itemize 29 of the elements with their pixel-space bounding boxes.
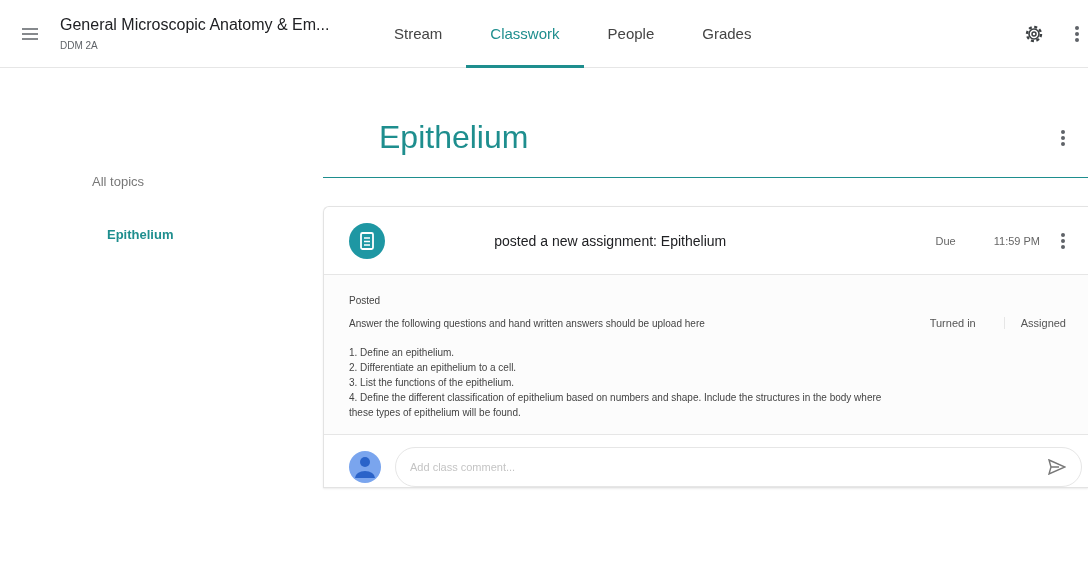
question-text: 1. Define an epithelium. [349, 346, 456, 360]
settings-icon[interactable] [1024, 23, 1044, 44]
question-text: 2. Differentiate an epithelium to a cell. [349, 361, 518, 375]
more-icon[interactable] [1060, 231, 1066, 250]
topic-link[interactable]: All topics [92, 174, 323, 189]
stat-label: Assigned [1003, 317, 1066, 329]
menu-icon[interactable] [22, 27, 38, 40]
assignment-headline[interactable]: posted a new assignment: Epithelium [385, 232, 936, 249]
question-text: 4. Define the different classification of epithelium based on numbers and shape. Include the structures in the body where these types of epithelium will be found. [349, 391, 883, 420]
nav-tab[interactable]: Stream [370, 0, 467, 68]
nav-tab[interactable]: People [583, 0, 679, 68]
stat-label: Turned in [928, 317, 976, 329]
due-time: 11:59 PM [993, 234, 1040, 247]
nav-tab[interactable]: Classwork [466, 0, 584, 68]
instructions-text: Answer the following questions and hand written answers should be upload here [349, 318, 706, 329]
send-icon[interactable] [1048, 459, 1066, 475]
topic-title: Epithelium [379, 118, 530, 156]
more-icon[interactable] [1074, 24, 1080, 43]
topic-link[interactable]: Epithelium [107, 227, 323, 242]
more-icon[interactable] [1060, 128, 1066, 147]
question-text: 3. List the functions of the epithelium. [349, 376, 516, 390]
due-label: Due [935, 234, 956, 247]
posted-label: Posted [349, 295, 382, 306]
course-section: DDM 2A [60, 40, 370, 51]
nav-tab[interactable]: Grades [678, 0, 776, 68]
course-title: General Microscopic Anatomy & Em... [60, 16, 331, 34]
assignment-icon [349, 222, 385, 259]
avatar-icon [349, 450, 381, 484]
comment-field[interactable]: Add class comment... [395, 447, 1082, 487]
